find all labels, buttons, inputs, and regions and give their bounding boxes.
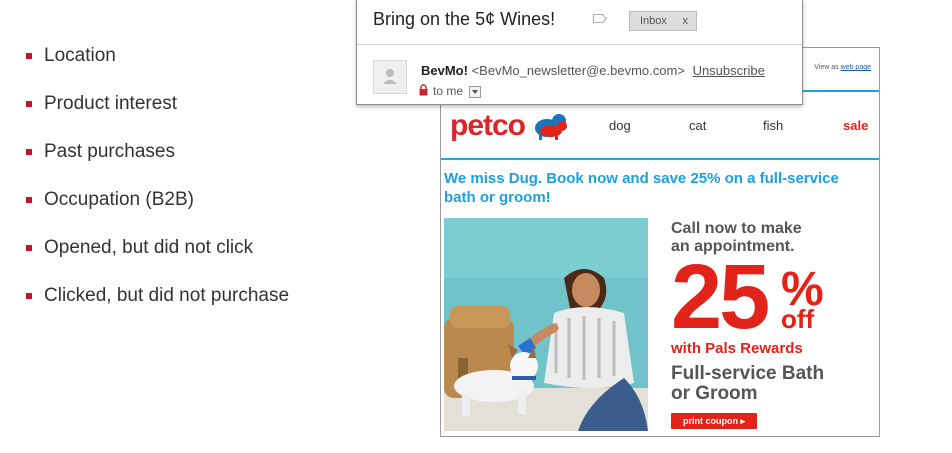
- bullet-square: [26, 293, 32, 299]
- list-item-label: Past purchases: [44, 141, 175, 162]
- service-line-2: or Groom: [671, 383, 758, 404]
- list-item: Clicked, but did not purchase: [26, 284, 289, 308]
- to-me-text: to me: [433, 84, 464, 98]
- nav-fish[interactable]: fish: [763, 118, 783, 133]
- view-web-page: View as web page: [814, 64, 871, 71]
- unsubscribe-link[interactable]: Unsubscribe: [693, 63, 765, 78]
- nav-cat[interactable]: cat: [689, 118, 706, 133]
- sender-name: BevMo!: [421, 63, 468, 78]
- list-item: Location: [26, 44, 289, 68]
- dog-grooming-photo: [444, 218, 648, 431]
- web-page-link[interactable]: web page: [841, 64, 871, 71]
- person-icon: [383, 69, 397, 84]
- list-item-label: Clicked, but did not purchase: [44, 285, 290, 306]
- list-item-label: Product interest: [44, 93, 178, 114]
- bullet-square: [26, 245, 32, 251]
- bullet-square: [26, 197, 32, 203]
- print-coupon-button[interactable]: print coupon ▸: [671, 413, 757, 429]
- list-item: Past purchases: [26, 140, 289, 164]
- bullet-square: [26, 53, 32, 59]
- service-text: Full-service Bath or Groom: [671, 364, 824, 404]
- petco-mascot-icon: [535, 114, 567, 140]
- pals-rewards-text: with Pals Rewards: [671, 340, 803, 357]
- email-headline: We miss Dug. Book now and save 25% on a …: [444, 170, 839, 206]
- list-item: Product interest: [26, 92, 289, 116]
- call-line-1: Call now to make: [671, 220, 802, 237]
- nav-dog[interactable]: dog: [609, 118, 631, 133]
- service-line-1: Full-service Bath: [671, 363, 825, 384]
- inbox-label-chip: Inbox x: [629, 11, 697, 31]
- view-prefix: View as: [814, 64, 841, 71]
- criteria-list: Location Product interest Past purchases…: [26, 44, 289, 332]
- inbox-label: Inbox: [640, 15, 667, 27]
- bullet-square: [26, 149, 32, 155]
- list-item: Opened, but did not click: [26, 236, 289, 260]
- header-divider: [357, 44, 802, 45]
- petco-email: View as web page petco dog cat fish sale…: [440, 47, 880, 437]
- gmail-message-header: Bring on the 5¢ Wines! Inbox x BevMo! <B…: [356, 0, 803, 105]
- remove-label-button[interactable]: x: [683, 12, 689, 30]
- recipient-line: to me: [427, 84, 482, 98]
- list-item-label: Opened, but did not click: [44, 237, 254, 258]
- list-item-label: Occupation (B2B): [44, 189, 194, 210]
- discount-off: off: [781, 304, 815, 334]
- list-item-label: Location: [44, 45, 116, 66]
- discount-number: 25: [671, 246, 770, 348]
- email-subject: Bring on the 5¢ Wines!: [373, 9, 556, 29]
- list-item: Occupation (B2B): [26, 188, 289, 212]
- nav-divider: [441, 158, 879, 160]
- nav-sale[interactable]: sale: [843, 118, 868, 133]
- sender-address: <BevMo_newsletter@e.bevmo.com>: [471, 63, 685, 78]
- label-tag-icon[interactable]: [593, 14, 607, 23]
- bullet-square: [26, 101, 32, 107]
- petco-logo[interactable]: petco: [450, 109, 526, 143]
- details-dropdown-icon[interactable]: [469, 85, 482, 98]
- avatar: [373, 60, 407, 94]
- sender-line: BevMo! <BevMo_newsletter@e.bevmo.com> Un…: [421, 63, 765, 78]
